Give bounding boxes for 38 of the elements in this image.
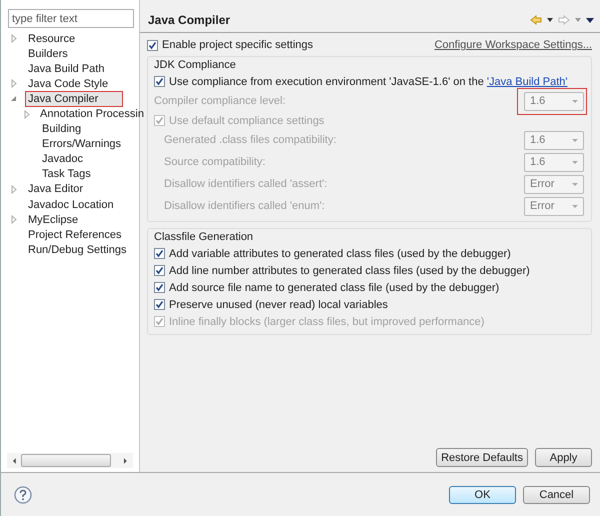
checkbox-label: Add variable attributes to generated class files (used by the debugger): [169, 248, 511, 260]
checkbox-label: Add source file name to generated class file (used by the debugger): [169, 282, 500, 294]
combo-label: Disallow identifiers called 'enum':: [164, 200, 325, 212]
tree-item[interactable]: Javadoc Location: [25, 196, 117, 213]
tree-item[interactable]: Java Editor: [25, 181, 86, 198]
tree-item[interactable]: Task Tags: [39, 166, 94, 182]
tree-item[interactable]: Run/Debug Settings: [25, 242, 130, 258]
checkbox-label: Inline finally blocks (larger class files, but improved performance): [169, 316, 484, 328]
build-path-link[interactable]: 'Java Build Path': [486, 76, 568, 88]
page-title: Java Compiler: [148, 13, 230, 27]
group-title: Classfile Generation: [153, 231, 254, 245]
combo-label: Compiler compliance level:: [154, 95, 286, 107]
tree-item[interactable]: Project References: [25, 226, 125, 243]
combo-label: Source compatibility:: [164, 156, 266, 168]
group-title: JDK Compliance: [153, 59, 237, 73]
tree-item[interactable]: Annotation Processin: [37, 106, 147, 122]
tree-item[interactable]: Javadoc: [39, 151, 86, 168]
button[interactable]: OK: [449, 486, 516, 504]
checkbox-label: Use compliance from execution environment 'JavaSE-1.6' on the: [169, 76, 485, 88]
button[interactable]: Restore Defaults: [436, 448, 528, 467]
checkbox-label: Enable project specific settings: [162, 39, 314, 51]
tree-item[interactable]: MyEclipse: [25, 212, 82, 228]
combo-label: Generated .class files compatibility:: [164, 134, 336, 146]
button[interactable]: Cancel: [523, 486, 590, 504]
tree-item[interactable]: Java Code Style: [25, 76, 112, 92]
tree-item[interactable]: Errors/Warnings: [39, 136, 124, 152]
checkbox-label: Preserve unused (never read) local variables: [169, 298, 388, 310]
checkbox-label: Use default compliance settings: [169, 114, 324, 126]
tree-item[interactable]: Builders: [25, 46, 71, 62]
tree-item[interactable]: Java Compiler: [25, 90, 124, 107]
filter-field[interactable]: type filter text: [8, 9, 134, 28]
configure-link[interactable]: Configure Workspace Settings...: [434, 39, 592, 51]
checkbox-label: Add line number attributes to generated class files (used by the debugger): [169, 264, 530, 276]
tree-item[interactable]: Resource: [25, 30, 78, 47]
tree-item[interactable]: Java Build Path: [25, 60, 108, 77]
button[interactable]: Apply: [535, 448, 592, 467]
tree-item[interactable]: Building: [39, 121, 84, 138]
combo-label: Disallow identifiers called 'assert':: [164, 178, 328, 190]
